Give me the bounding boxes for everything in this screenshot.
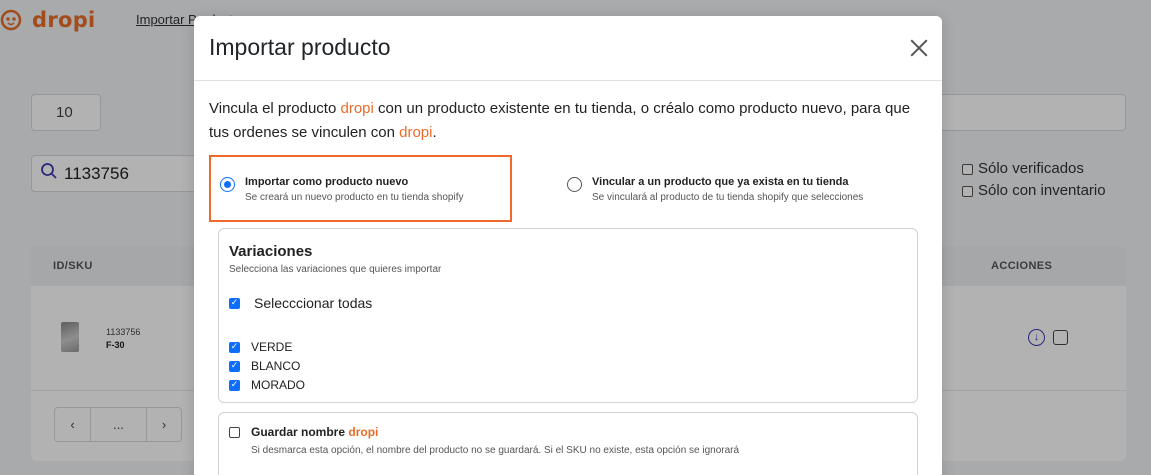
keep-name-panel: Guardar nombre dropi Si desmarca esta op…	[218, 412, 918, 475]
modal-header: Importar producto	[194, 16, 942, 81]
variations-subtitle: Selecciona las variaciones que quieres i…	[229, 264, 442, 275]
keep-name-checkbox[interactable]	[229, 426, 240, 438]
select-all-variations[interactable]: ✓ Selecccionar todas	[229, 295, 372, 311]
list-item[interactable]: ✓ MORADO	[229, 376, 305, 395]
variation-checkbox[interactable]: ✓	[229, 380, 240, 391]
keep-name-label: Guardar nombre dropi	[251, 425, 378, 439]
modal-title: Importar producto	[209, 34, 391, 60]
intro-part-3: .	[432, 124, 437, 141]
keep-name-text: Guardar nombre	[251, 425, 349, 439]
variation-label: MORADO	[251, 378, 305, 392]
variations-list: ✓ VERDE ✓ BLANCO ✓ MORADO	[229, 338, 305, 395]
option-import-new-title: Importar como producto nuevo	[245, 176, 409, 188]
list-item[interactable]: ✓ VERDE	[229, 338, 305, 357]
option-import-new-radio[interactable]	[220, 177, 235, 192]
variations-panel: Variaciones Selecciona las variaciones q…	[218, 228, 918, 403]
select-all-checkbox[interactable]: ✓	[229, 297, 240, 309]
option-link-existing[interactable]: Vincular a un producto que ya exista en …	[567, 175, 863, 205]
option-import-new[interactable]: Importar como producto nuevo Se creará u…	[220, 175, 463, 205]
intro-brand-2: dropi	[399, 124, 433, 141]
variation-label: BLANCO	[251, 359, 301, 373]
close-icon[interactable]	[908, 37, 930, 59]
import-product-modal: Importar producto Vincula el producto dr…	[194, 16, 942, 475]
intro-part-1: Vincula el producto	[209, 100, 341, 117]
option-link-existing-radio[interactable]	[567, 177, 582, 192]
select-all-label: Selecccionar todas	[254, 295, 373, 311]
option-link-existing-text: Vincular a un producto que ya exista en …	[592, 175, 863, 205]
option-link-existing-subtitle: Se vinculará al producto de tu tienda sh…	[592, 192, 864, 203]
variation-checkbox[interactable]: ✓	[229, 361, 240, 372]
keep-name-brand: dropi	[348, 425, 379, 439]
variations-title: Variaciones	[229, 243, 313, 260]
list-item[interactable]: ✓ BLANCO	[229, 357, 305, 376]
option-import-new-text: Importar como producto nuevo Se creará u…	[245, 175, 463, 205]
keep-name-option[interactable]: Guardar nombre dropi	[229, 425, 378, 439]
option-link-existing-title: Vincular a un producto que ya exista en …	[592, 176, 849, 188]
variation-checkbox[interactable]: ✓	[229, 342, 240, 353]
intro-brand-1: dropi	[340, 100, 374, 117]
modal-intro-text: Vincula el producto dropi con un product…	[209, 97, 929, 145]
variation-label: VERDE	[251, 340, 293, 354]
keep-name-subtitle: Si desmarca esta opción, el nombre del p…	[251, 445, 740, 456]
option-import-new-subtitle: Se creará un nuevo producto en tu tienda…	[245, 192, 464, 203]
